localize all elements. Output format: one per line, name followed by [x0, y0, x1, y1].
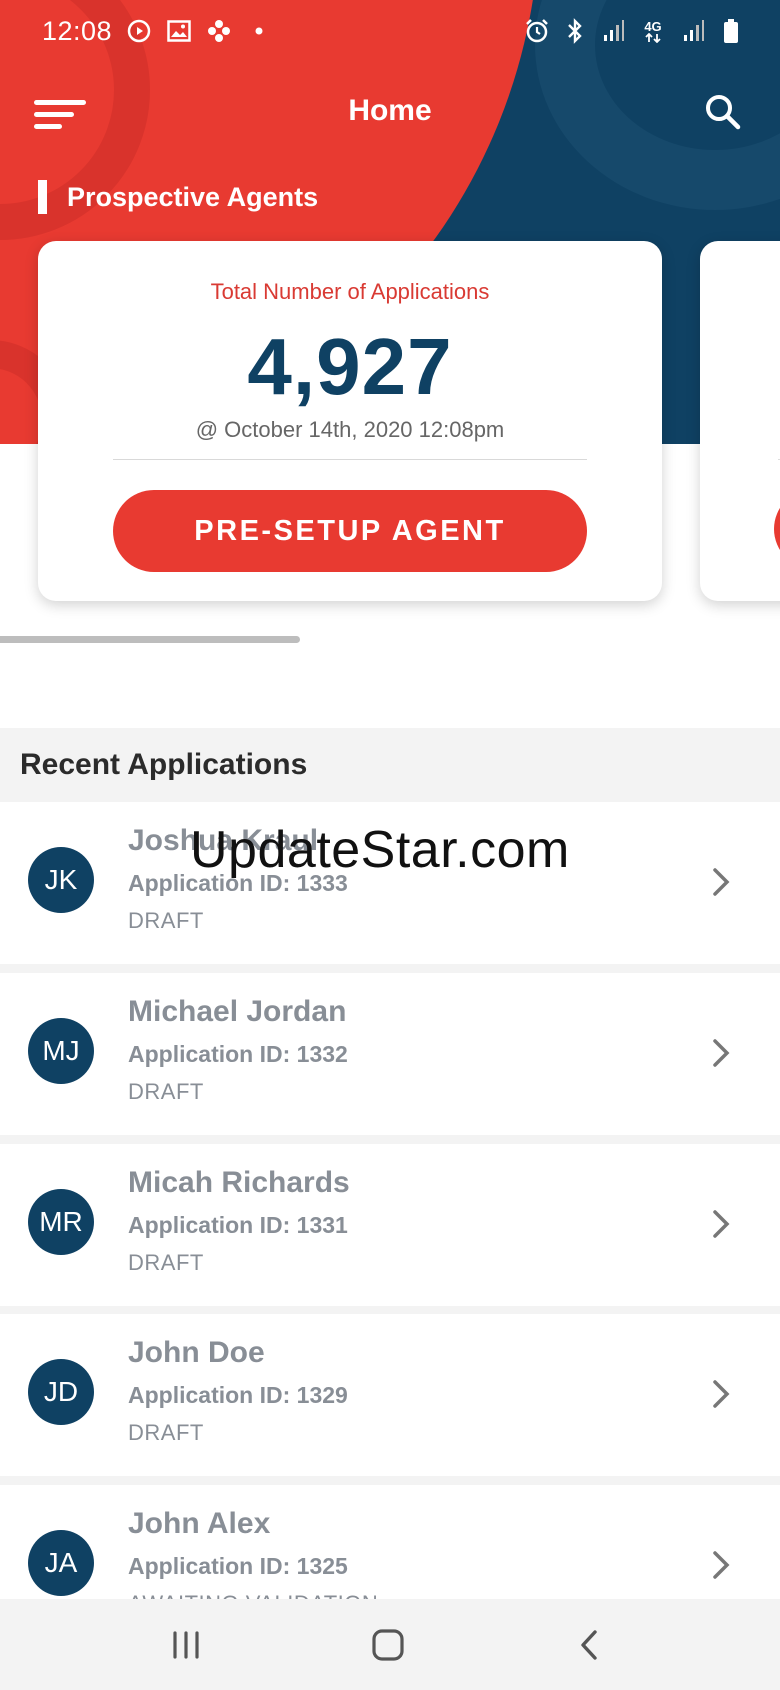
network-4g-icon: 4G [638, 18, 668, 44]
pinwheel-icon [206, 18, 232, 44]
page-title: Home [348, 94, 432, 127]
status-bar: 12:08 4G [0, 0, 780, 62]
application-id: Application ID: 1331 [128, 1212, 348, 1238]
list-item[interactable]: JD John Doe Application ID: 1329 DRAFT [0, 1314, 780, 1476]
application-status: AWAITING VALIDATION [128, 1591, 378, 1599]
carousel-indicator [0, 636, 300, 643]
summary-value: 4,927 [247, 322, 453, 411]
system-icons: 4G [524, 18, 744, 44]
recent-applications-title: Recent Applications [20, 748, 308, 781]
list-item[interactable]: MJ Michael Jordan Application ID: 1332 D… [0, 973, 780, 1135]
signal-icon [600, 18, 626, 44]
play-icon [126, 18, 152, 44]
app-bar: Home [0, 78, 780, 150]
avatar: JK [28, 847, 94, 913]
pre-setup-agent-button[interactable]: PRE-SETUP AGENT [113, 490, 587, 572]
section-accent-bar [38, 180, 47, 214]
summary-card: Total Number of Applications 4,927 @ Oct… [38, 241, 662, 601]
summary-label: Total Number of Applications [210, 279, 490, 304]
back-icon[interactable] [560, 1621, 620, 1669]
status-time: 12:08 [42, 15, 113, 46]
application-id: Application ID: 1329 [128, 1382, 348, 1408]
application-status: DRAFT [128, 1420, 204, 1445]
chevron-right-icon [706, 1545, 736, 1585]
section-header: Prospective Agents [38, 180, 318, 214]
application-id: Application ID: 1333 [128, 870, 348, 896]
chevron-right-icon [706, 1374, 736, 1414]
list-item[interactable]: JA John Alex Application ID: 1325 AWAITI… [0, 1485, 780, 1599]
next-card-peek[interactable] [700, 241, 780, 601]
chevron-right-icon [706, 862, 736, 902]
card-divider [113, 459, 587, 460]
application-id: Application ID: 1325 [128, 1553, 348, 1579]
gallery-icon [166, 18, 192, 44]
applicant-name: Michael Jordan [128, 995, 347, 1028]
applications-list: JK Joshua Kraul Application ID: 1333 DRA… [0, 802, 780, 1599]
application-status: DRAFT [128, 1079, 204, 1104]
applicant-name: John Doe [128, 1336, 265, 1369]
recents-icon[interactable] [156, 1621, 216, 1669]
home-icon[interactable] [358, 1621, 418, 1669]
alarm-icon [524, 18, 550, 44]
section-title: Prospective Agents [67, 181, 319, 212]
applicant-name: Joshua Kraul [128, 824, 319, 857]
battery-icon [718, 18, 744, 44]
list-item[interactable]: JK Joshua Kraul Application ID: 1333 DRA… [0, 802, 780, 964]
list-item[interactable]: MR Micah Richards Application ID: 1331 D… [0, 1144, 780, 1306]
recent-applications-header: Recent Applications [0, 728, 780, 802]
network-label: 4G [644, 18, 662, 34]
bluetooth-icon [562, 18, 588, 44]
search-icon[interactable] [703, 92, 747, 136]
applicant-name: John Alex [128, 1507, 271, 1540]
chevron-right-icon [706, 1033, 736, 1073]
avatar: JA [28, 1530, 94, 1596]
application-id: Application ID: 1332 [128, 1041, 348, 1067]
chevron-right-icon [706, 1204, 736, 1244]
dot-icon [246, 18, 272, 44]
avatar: JD [28, 1359, 94, 1425]
application-status: DRAFT [128, 908, 204, 933]
summary-timestamp: @ October 14th, 2020 12:08pm [195, 417, 505, 442]
avatar: MR [28, 1189, 94, 1255]
next-card-button [774, 489, 780, 569]
system-navigation-bar [0, 1599, 780, 1690]
notification-icons [126, 18, 272, 44]
application-status: DRAFT [128, 1250, 204, 1275]
applicant-name: Micah Richards [128, 1166, 350, 1199]
avatar: MJ [28, 1018, 94, 1084]
signal-icon-2 [680, 18, 706, 44]
